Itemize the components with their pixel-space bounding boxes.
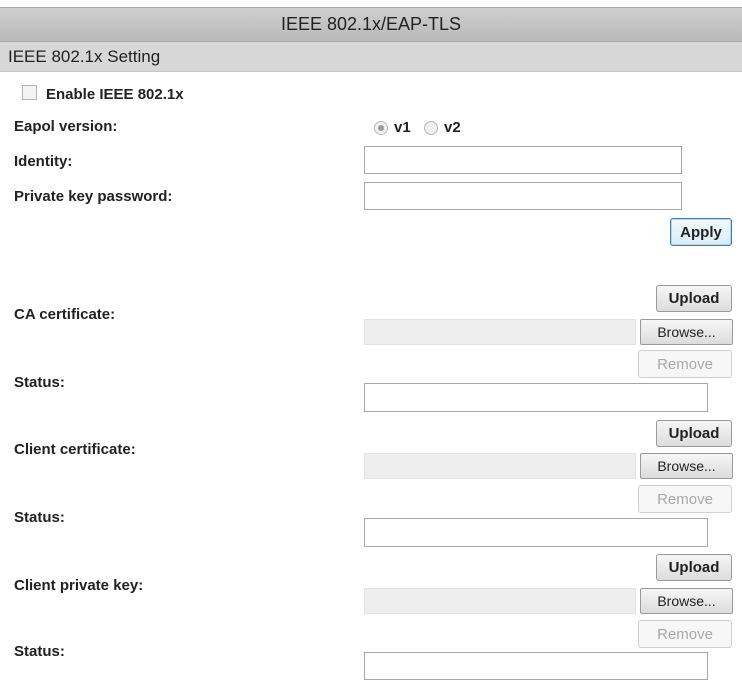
eapol-v2-label: v2	[444, 119, 461, 136]
client-key-browse-button[interactable]: Browse...	[640, 588, 733, 614]
eapol-v1-radio[interactable]	[374, 121, 388, 135]
private-key-password-label: Private key password:	[14, 188, 173, 205]
client-certificate-label: Client certificate:	[14, 441, 136, 458]
client-certificate-file-field[interactable]	[364, 453, 636, 479]
client-private-key-file-field[interactable]	[364, 588, 636, 614]
ca-status-label: Status:	[14, 374, 65, 391]
ca-remove-button[interactable]: Remove	[638, 350, 732, 378]
client-cert-status-label: Status:	[14, 509, 65, 526]
client-cert-upload-button[interactable]: Upload	[656, 420, 732, 447]
client-private-key-label: Client private key:	[14, 577, 144, 594]
ca-status-field	[364, 383, 708, 412]
ca-browse-button[interactable]: Browse...	[640, 319, 733, 345]
ca-certificate-file-field[interactable]	[364, 319, 636, 345]
client-key-remove-button[interactable]: Remove	[638, 620, 732, 648]
eapol-version-label: Eapol version:	[14, 118, 118, 135]
section-title: IEEE 802.1x Setting	[0, 42, 742, 72]
ca-upload-button[interactable]: Upload	[656, 285, 732, 312]
client-key-status-field	[364, 652, 708, 680]
eapol-v2-radio[interactable]	[424, 121, 438, 135]
client-cert-status-field	[364, 518, 708, 547]
client-cert-remove-button[interactable]: Remove	[638, 485, 732, 513]
identity-label: Identity:	[14, 153, 73, 170]
identity-input[interactable]	[364, 146, 682, 174]
ca-certificate-label: CA certificate:	[14, 306, 116, 323]
enable-8021x-checkbox[interactable]	[22, 85, 37, 100]
client-key-status-label: Status:	[14, 643, 65, 660]
page-title: IEEE 802.1x/EAP-TLS	[0, 7, 742, 42]
private-key-password-input[interactable]	[364, 182, 682, 210]
client-cert-browse-button[interactable]: Browse...	[640, 453, 733, 479]
apply-button[interactable]: Apply	[670, 218, 732, 246]
eapol-v1-label: v1	[394, 119, 411, 136]
client-key-upload-button[interactable]: Upload	[656, 554, 732, 581]
enable-8021x-label: Enable IEEE 802.1x	[46, 86, 184, 103]
